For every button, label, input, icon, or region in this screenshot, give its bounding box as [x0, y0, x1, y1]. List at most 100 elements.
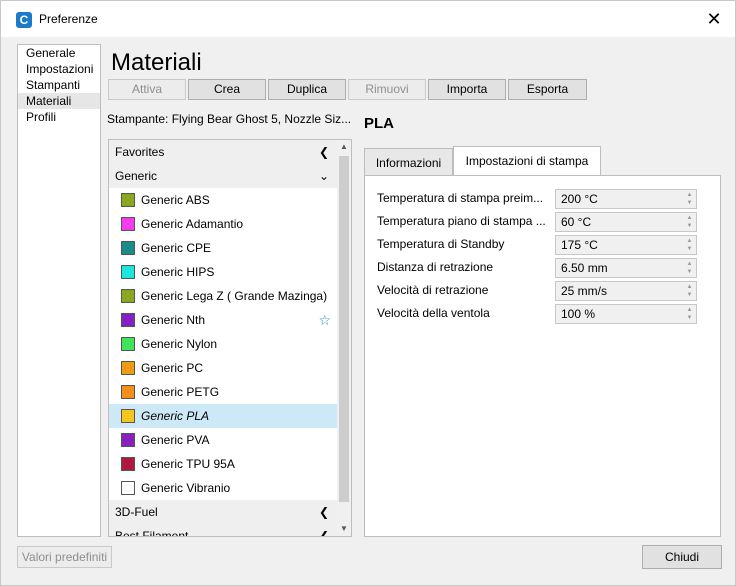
group-header-3d-fuel[interactable]: 3D-Fuel ❮ [109, 500, 337, 524]
color-swatch [121, 313, 135, 327]
tab-impostazioni-di-stampa[interactable]: Impostazioni di stampa [453, 146, 601, 177]
star-outline-icon[interactable]: ☆ [318, 308, 331, 332]
material-item[interactable]: Generic PC [109, 356, 337, 380]
material-name: Generic Nth [141, 313, 206, 327]
spinbox-arrows-icon[interactable]: ▲ ▼ [684, 283, 695, 299]
group-header-generic[interactable]: Generic ⌄ [109, 164, 337, 188]
setting-field[interactable]: 6.50 mm ▲ ▼ [555, 258, 697, 278]
color-swatch [121, 433, 135, 447]
chevron-left-icon[interactable]: ❮ [319, 500, 329, 524]
material-item[interactable]: Generic PVA [109, 428, 337, 452]
activate-button[interactable]: Attiva [108, 79, 186, 100]
nav-item-generale[interactable]: Generale [18, 45, 100, 61]
setting-field[interactable]: 100 % ▲ ▼ [555, 304, 697, 324]
color-swatch [121, 289, 135, 303]
setting-value: 200 °C [561, 192, 598, 206]
material-name: Generic HIPS [141, 265, 215, 279]
nav-item-impostazioni[interactable]: Impostazioni [18, 61, 100, 77]
setting-row: Temperatura di Standby 175 °C ▲ ▼ [377, 235, 697, 255]
nav-item-stampanti[interactable]: Stampanti [18, 77, 100, 93]
material-name: Generic CPE [141, 241, 212, 255]
material-item[interactable]: Generic CPE [109, 236, 337, 260]
chevron-left-icon[interactable]: ❮ [319, 524, 329, 536]
material-item[interactable]: Generic PETG [109, 380, 337, 404]
color-swatch [121, 409, 135, 423]
spinbox-arrows-icon[interactable]: ▲ ▼ [684, 306, 695, 322]
setting-row: Velocità della ventola 100 % ▲ ▼ [377, 304, 697, 324]
color-swatch [121, 265, 135, 279]
scrollbar-thumb[interactable] [339, 156, 349, 502]
setting-row: Temperatura di stampa preim... 200 °C ▲ ▼ [377, 189, 697, 209]
color-swatch [121, 193, 135, 207]
title-bar: C Preferenze ✕ [1, 1, 735, 37]
spinbox-arrows-icon[interactable]: ▲ ▼ [684, 214, 695, 230]
close-button[interactable]: Chiudi [642, 545, 722, 569]
setting-label: Temperatura di Standby [377, 237, 505, 251]
scroll-down-icon[interactable]: ▼ [337, 522, 351, 536]
material-name: Generic PETG [141, 385, 220, 399]
material-item[interactable]: Generic Nth ☆ [109, 308, 337, 332]
group-header-label: Generic [115, 169, 158, 183]
setting-field[interactable]: 25 mm/s ▲ ▼ [555, 281, 697, 301]
material-item[interactable]: Generic HIPS [109, 260, 337, 284]
material-name: Generic Lega Z ( Grande Mazinga) [141, 289, 328, 303]
group-header-best-filament[interactable]: Best Filament ❮ [109, 524, 337, 537]
material-item[interactable]: Generic Vibranio [109, 476, 337, 500]
cura-logo-icon: C [16, 12, 32, 28]
setting-value: 175 °C [561, 238, 598, 252]
setting-value: 6.50 mm [561, 261, 608, 275]
setting-label: Distanza di retrazione [377, 260, 494, 274]
create-button[interactable]: Crea [188, 79, 266, 100]
material-item[interactable]: Generic Lega Z ( Grande Mazinga) [109, 284, 337, 308]
material-item[interactable]: Generic ABS [109, 188, 337, 212]
setting-label: Temperatura di stampa preim... [377, 191, 544, 205]
material-name: Generic TPU 95A [141, 457, 235, 471]
setting-row: Velocità di retrazione 25 mm/s ▲ ▼ [377, 281, 697, 301]
setting-value: 60 °C [561, 215, 592, 229]
list-scrollbar[interactable]: ▲ ▼ [337, 140, 351, 536]
material-item[interactable]: Generic Nylon [109, 332, 337, 356]
setting-field[interactable]: 60 °C ▲ ▼ [555, 212, 697, 232]
material-list: Favorites ❮ Generic ⌄ Generic ABS Generi… [108, 139, 352, 537]
material-name: Generic PVA [141, 433, 210, 447]
material-name: Generic Vibranio [141, 481, 231, 495]
preferences-dialog: C Preferenze ✕ Generale Impostazioni Sta… [0, 0, 736, 586]
setting-label: Temperatura piano di stampa ... [377, 214, 546, 228]
group-header-favorites[interactable]: Favorites ❮ [109, 140, 337, 164]
tab-informazioni[interactable]: Informazioni [364, 148, 453, 176]
material-detail-name: PLA [364, 115, 394, 132]
chevron-down-icon[interactable]: ⌄ [319, 164, 329, 188]
remove-button[interactable]: Rimuovi [348, 79, 426, 100]
setting-field[interactable]: 175 °C ▲ ▼ [555, 235, 697, 255]
group-header-label: Best Filament [115, 529, 189, 537]
color-swatch [121, 361, 135, 375]
chevron-left-icon[interactable]: ❮ [319, 140, 329, 164]
export-button[interactable]: Esporta [508, 79, 587, 100]
material-item-selected[interactable]: Generic PLA [109, 404, 337, 428]
material-name: Generic Nylon [141, 337, 218, 351]
material-item[interactable]: Generic Adamantio [109, 212, 337, 236]
setting-value: 100 % [561, 307, 596, 321]
duplicate-button[interactable]: Duplica [268, 79, 346, 100]
preferences-nav: Generale Impostazioni Stampanti Material… [17, 44, 101, 537]
import-button[interactable]: Importa [428, 79, 506, 100]
material-name: Generic ABS [141, 193, 210, 207]
setting-field[interactable]: 200 °C ▲ ▼ [555, 189, 697, 209]
nav-item-materiali[interactable]: Materiali [18, 93, 100, 109]
color-swatch [121, 217, 135, 231]
printer-label: Stampante: Flying Bear Ghost 5, Nozzle S… [107, 112, 352, 126]
setting-label: Velocità di retrazione [377, 283, 489, 297]
group-header-label: 3D-Fuel [115, 505, 158, 519]
setting-label: Velocità della ventola [377, 306, 490, 320]
material-item[interactable]: Generic TPU 95A [109, 452, 337, 476]
window-title: Preferenze [39, 12, 98, 26]
material-name: Generic PC [141, 361, 204, 375]
nav-item-profili[interactable]: Profili [18, 109, 100, 125]
material-name: Generic PLA [141, 409, 210, 423]
spinbox-arrows-icon[interactable]: ▲ ▼ [684, 237, 695, 253]
close-icon[interactable]: ✕ [703, 8, 725, 30]
spinbox-arrows-icon[interactable]: ▲ ▼ [684, 260, 695, 276]
reset-defaults-button[interactable]: Valori predefiniti [17, 546, 112, 568]
scroll-up-icon[interactable]: ▲ [337, 140, 351, 154]
spinbox-arrows-icon[interactable]: ▲ ▼ [684, 191, 695, 207]
